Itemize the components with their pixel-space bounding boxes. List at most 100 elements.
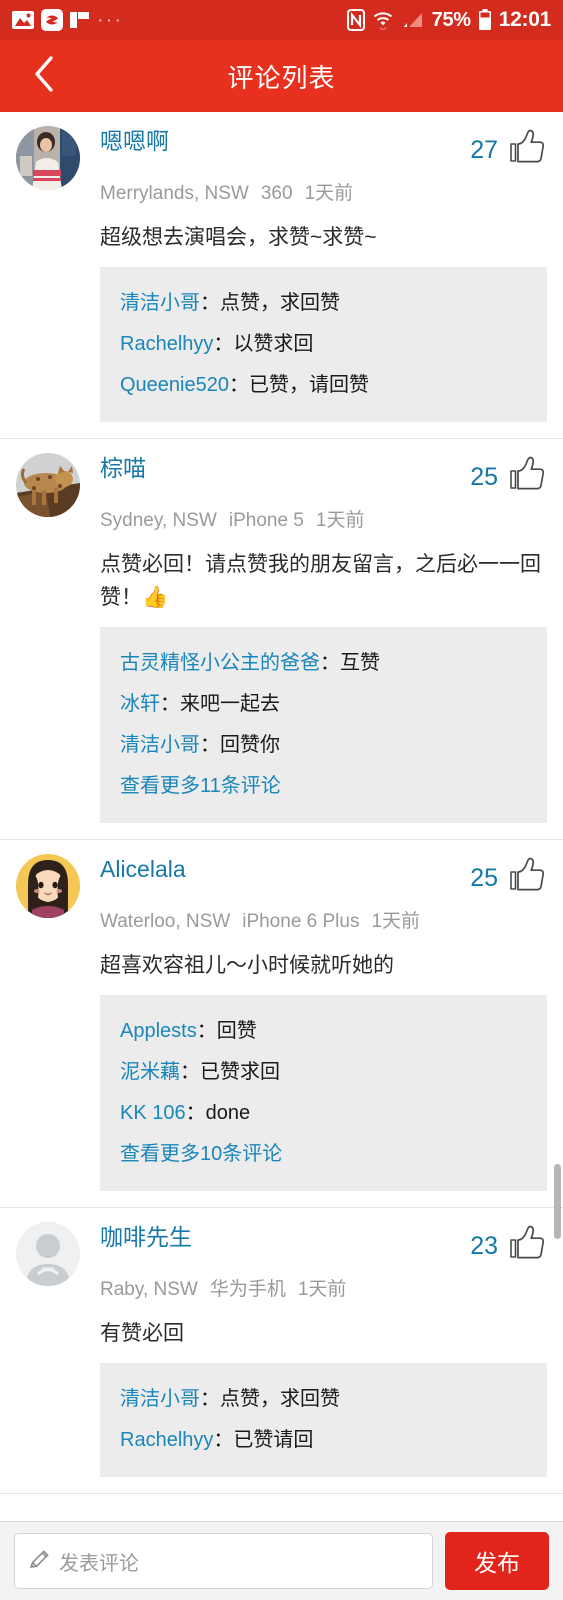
reply-item[interactable]: 冰轩：来吧一起去 <box>120 684 527 725</box>
chevron-left-icon <box>31 54 57 99</box>
comment-item[interactable]: 咖啡先生 23 Raby, NSW 华为手机 1天前 有赞必回 清洁小哥：点赞，求回赞 Rac… <box>0 1208 563 1494</box>
comment-author-name[interactable]: Alicelala <box>100 854 186 884</box>
comment-item[interactable]: 嗯嗯啊 27 Merrylands, NSW 360 1天前 超级想去演唱会，求赞~求赞~… <box>0 112 563 439</box>
reply-item[interactable]: 古灵精怪小公主的爸爸：互赞 <box>120 643 527 684</box>
reply-colon: ： <box>196 1020 217 1042</box>
like-count: 23 <box>470 1231 498 1260</box>
back-button[interactable] <box>16 40 72 112</box>
comment-input[interactable]: 发表评论 <box>14 1533 433 1589</box>
comment-item[interactable]: 棕喵 25 Sydney, NSW iPhone 5 1天前 点赞必回！请点赞我的朋友留言… <box>0 439 563 840</box>
reply-colon: ： <box>200 734 220 756</box>
compose-bar: 发表评论 发布 <box>0 1521 563 1600</box>
reply-user[interactable]: 古灵精怪小公主的爸爸 <box>120 652 320 674</box>
comment-device: 华为手机 <box>209 1279 286 1300</box>
comment-location: Raby, NSW <box>100 1279 198 1300</box>
like-button[interactable]: 23 <box>470 1222 547 1268</box>
reply-user[interactable]: Queenie520 <box>120 374 229 396</box>
reply-user[interactable]: Rachelhyy <box>120 1429 213 1451</box>
reply-item[interactable]: 泥米藕：已赞求回 <box>120 1052 527 1093</box>
status-bar: ··· 75% 12:01 <box>0 0 563 40</box>
reply-text: done <box>205 1102 251 1124</box>
comment-name-row: 嗯嗯啊 27 <box>100 126 547 172</box>
thumbs-up-icon <box>507 454 547 499</box>
comment-name-row: Alicelala 25 <box>100 854 547 900</box>
like-button[interactable]: 27 <box>470 126 547 172</box>
reply-colon: ： <box>160 693 180 715</box>
like-count: 25 <box>470 462 498 491</box>
comment-meta: Merrylands, NSW 360 1天前 <box>100 181 547 207</box>
reply-user[interactable]: 泥米藕 <box>120 1061 180 1083</box>
reply-user[interactable]: 清洁小哥 <box>120 292 200 314</box>
post-button[interactable]: 发布 <box>445 1532 549 1590</box>
comment-name-row: 棕喵 25 <box>100 453 547 499</box>
reply-item[interactable]: 清洁小哥：点赞，求回赞 <box>120 283 527 324</box>
reply-colon: ： <box>213 1429 234 1451</box>
reply-text: 以赞求回 <box>233 333 314 355</box>
reply-item[interactable]: Rachelhyy：已赞请回 <box>120 1420 527 1461</box>
comment-list: 嗯嗯啊 27 Merrylands, NSW 360 1天前 超级想去演唱会，求赞~求赞~… <box>0 112 563 1494</box>
reply-item[interactable]: Rachelhyy：以赞求回 <box>120 324 527 365</box>
comment-body: 超喜欢容祖儿〜小时候就听她的 <box>100 954 394 977</box>
reply-user[interactable]: KK 106 <box>120 1102 186 1124</box>
reply-item[interactable]: Queenie520：已赞，请回赞 <box>120 365 527 406</box>
comment-meta: Raby, NSW 华为手机 1天前 <box>100 1277 547 1303</box>
comment-meta: Sydney, NSW iPhone 5 1天前 <box>100 508 547 534</box>
reply-text: 回赞你 <box>220 734 280 756</box>
battery-percent: 75% <box>431 8 471 31</box>
wifi-icon <box>372 10 394 30</box>
reply-item[interactable]: Applests：回赞 <box>120 1011 527 1052</box>
comment-header: 咖啡先生 23 Raby, NSW 华为手机 1天前 <box>16 1222 547 1303</box>
reply-colon: ： <box>185 1102 206 1124</box>
view-more-replies-link[interactable]: 查看更多10条评论 <box>120 1134 527 1175</box>
reply-item[interactable]: 清洁小哥：点赞，求回赞 <box>120 1379 527 1420</box>
reply-list: 古灵精怪小公主的爸爸：互赞 冰轩：来吧一起去 清洁小哥：回赞你 查看更多11条评论 <box>100 627 547 823</box>
reply-user[interactable]: 清洁小哥 <box>120 734 200 756</box>
reply-text: 回赞 <box>216 1020 257 1042</box>
reply-text: 已赞求回 <box>200 1061 280 1083</box>
view-more-replies-link[interactable]: 查看更多11条评论 <box>120 766 527 807</box>
comment-header: 棕喵 25 Sydney, NSW iPhone 5 1天前 <box>16 453 547 534</box>
reply-item[interactable]: 清洁小哥：回赞你 <box>120 725 527 766</box>
thumbs-up-icon <box>507 855 547 900</box>
comment-body: 有赞必回 <box>100 1322 184 1345</box>
comment-author-name[interactable]: 嗯嗯啊 <box>100 126 169 156</box>
comment-time: 1天前 <box>304 183 354 204</box>
pencil-icon <box>29 1548 51 1575</box>
comment-location: Sydney, NSW <box>100 510 217 531</box>
comment-body: 点赞必回！请点赞我的朋友留言，之后必一一回赞！👍 <box>100 553 541 609</box>
battery-icon <box>478 9 492 31</box>
comment-time: 1天前 <box>371 911 421 932</box>
comment-scroll-area[interactable]: 嗯嗯啊 27 Merrylands, NSW 360 1天前 超级想去演唱会，求赞~求赞~… <box>0 112 563 1521</box>
like-button[interactable]: 25 <box>470 453 547 499</box>
reply-user[interactable]: Rachelhyy <box>120 333 213 355</box>
comment-device: iPhone 5 <box>228 510 304 531</box>
reply-colon: ： <box>228 374 249 396</box>
comment-author-name[interactable]: 咖啡先生 <box>100 1222 192 1252</box>
like-count: 27 <box>470 135 498 164</box>
avatar[interactable] <box>16 126 80 190</box>
reply-list: 清洁小哥：点赞，求回赞 Rachelhyy：已赞请回 <box>100 1363 547 1477</box>
reply-user[interactable]: 清洁小哥 <box>120 1388 200 1410</box>
comment-location: Merrylands, NSW <box>100 183 249 204</box>
comment-header-main: 嗯嗯啊 27 Merrylands, NSW 360 1天前 <box>80 126 547 207</box>
comment-list-screen: ··· 75% 12:01 评论列表 嗯嗯啊 27 Merrylands, NS… <box>0 0 563 1600</box>
comment-header: Alicelala 25 Waterloo, NSW iPhone 6 Plus 1天前 <box>16 854 547 935</box>
comment-body: 超级想去演唱会，求赞~求赞~ <box>100 226 377 249</box>
avatar[interactable] <box>16 453 80 517</box>
comment-author-name[interactable]: 棕喵 <box>100 453 146 483</box>
image-icon <box>12 11 34 29</box>
comment-meta: Waterloo, NSW iPhone 6 Plus 1天前 <box>100 909 547 935</box>
reply-colon: ： <box>320 652 340 674</box>
comment-time: 1天前 <box>297 1279 347 1300</box>
reply-list: 清洁小哥：点赞，求回赞 Rachelhyy：以赞求回 Queenie520：已赞，请… <box>100 267 547 422</box>
reply-user[interactable]: Applests <box>120 1020 197 1042</box>
avatar[interactable] <box>16 854 80 918</box>
reply-item[interactable]: KK 106：done <box>120 1093 527 1134</box>
avatar[interactable] <box>16 1222 80 1286</box>
comment-device: iPhone 6 Plus <box>242 911 360 932</box>
reply-user[interactable]: 冰轩 <box>120 693 160 715</box>
like-button[interactable]: 25 <box>470 854 547 900</box>
scrollbar-thumb[interactable] <box>554 1164 561 1239</box>
comment-item[interactable]: Alicelala 25 Waterloo, NSW iPhone 6 Plus 1天前… <box>0 840 563 1208</box>
reply-text: 点赞，求回赞 <box>220 292 340 314</box>
